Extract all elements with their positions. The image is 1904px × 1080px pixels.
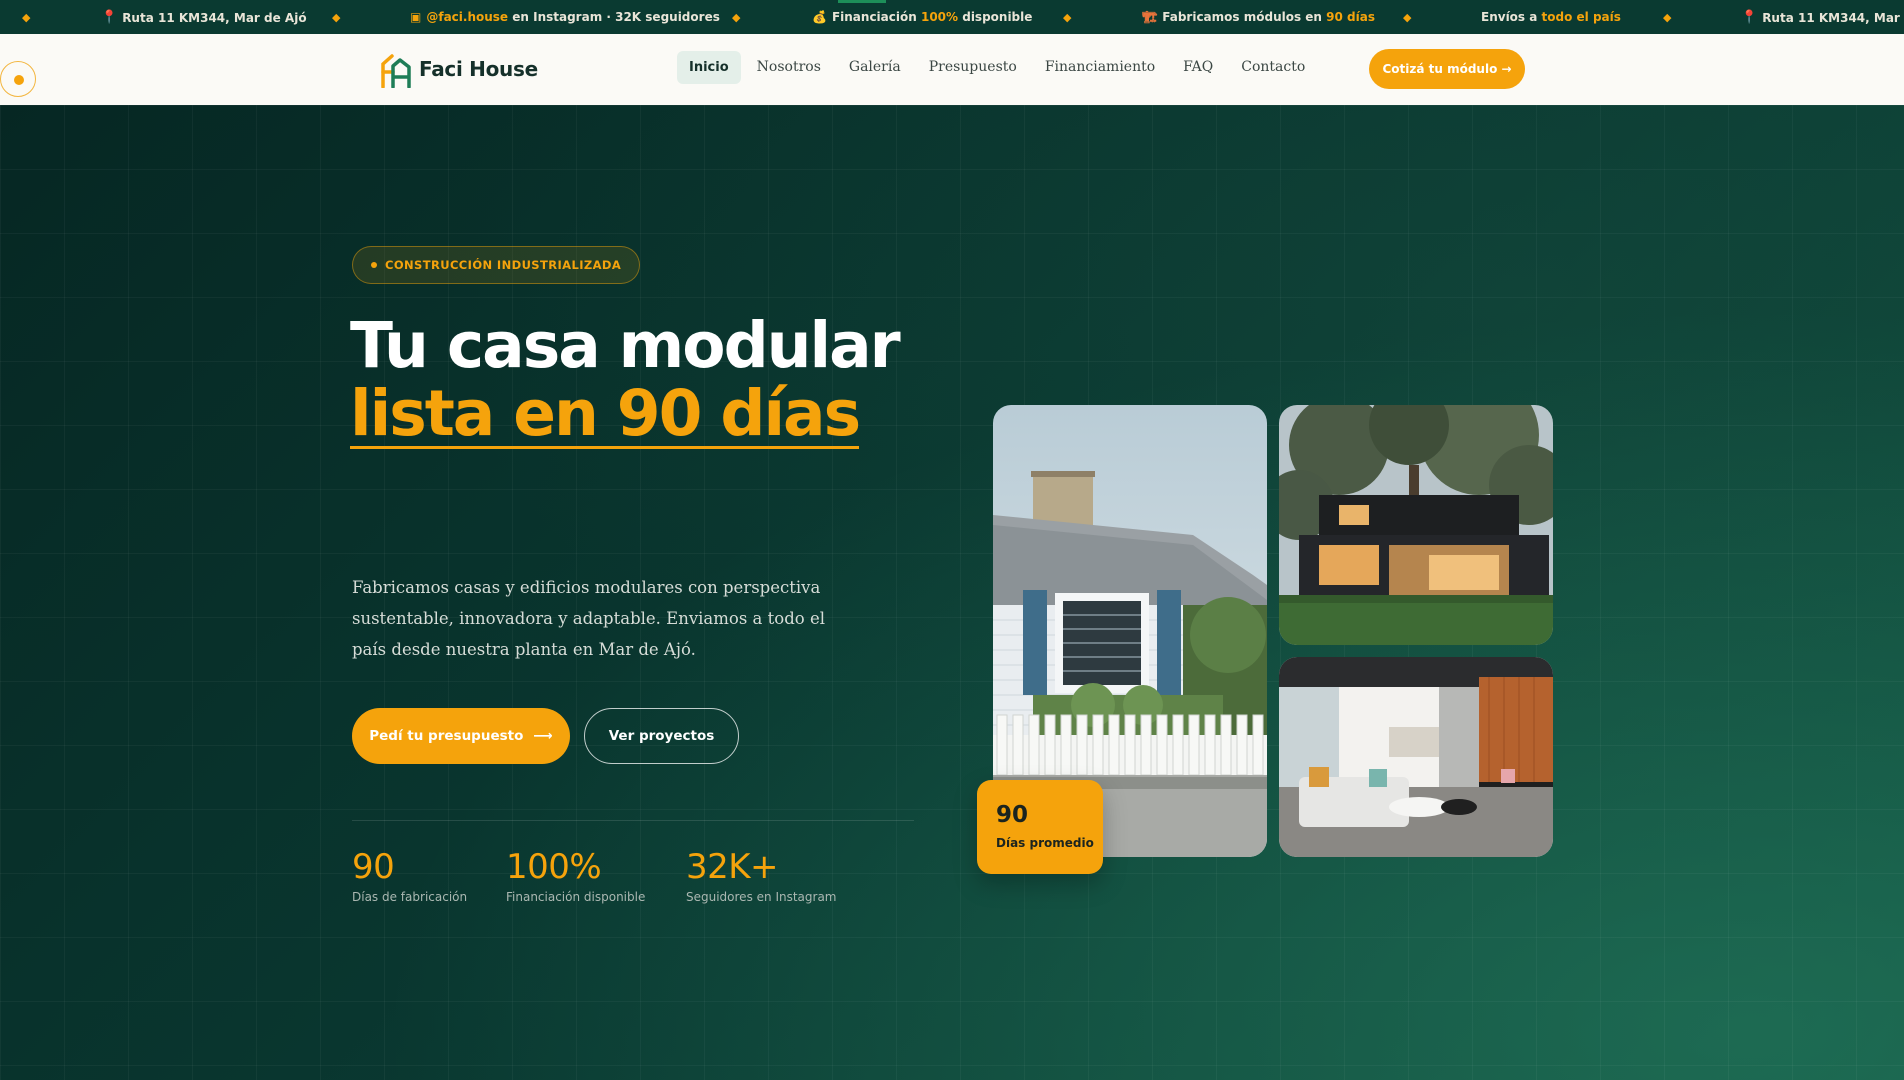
- ticker-text: Ruta 11 KM344, Mar de Ajó: [122, 10, 307, 25]
- ticker-highlight: @faci.house: [426, 10, 509, 24]
- stat-label: Días de fabricación: [352, 890, 468, 904]
- logo-icon: [381, 54, 411, 88]
- announcement-ticker: ◆ 📍 Ruta 11 KM344, Mar de Ajó ◆ ▣ @faci.…: [0, 0, 1904, 34]
- diamond-icon: ◆: [332, 11, 341, 24]
- ticker-highlight: 100%: [920, 10, 959, 24]
- background-grid: [0, 105, 1904, 1080]
- diamond-icon: ◆: [22, 11, 31, 24]
- diamond-icon: ◆: [1403, 11, 1412, 24]
- ticker-text: Ruta 11 KM344, Mar de Ajó: [1762, 10, 1904, 25]
- request-quote-label: Pedí tu presupuesto: [369, 728, 524, 744]
- stat-followers: 32K+ Seguidores en Instagram: [686, 848, 837, 904]
- ticker-item-instagram: ▣ @faci.house en Instagram · 32K seguido…: [410, 10, 720, 24]
- nav-inicio[interactable]: Inicio: [677, 50, 741, 84]
- pin-icon: 📍: [101, 10, 118, 25]
- ticker-item-location: 📍 Ruta 11 KM344, Mar de Ajó: [101, 10, 307, 25]
- days-average-value: 90: [996, 802, 1029, 828]
- diamond-icon: ◆: [1663, 11, 1672, 24]
- site-header: Faci House Inicio Nosotros Galería Presu…: [0, 34, 1904, 105]
- hero-title-line2: lista en 90 días: [350, 377, 861, 450]
- ticker-text: disponible: [958, 10, 1033, 24]
- brand-logo[interactable]: Faci House: [380, 50, 538, 88]
- house-photo-interior: [1279, 657, 1553, 857]
- nav-galeria[interactable]: Galería: [837, 50, 913, 84]
- hero-lead: Fabricamos casas y edificios modulares c…: [352, 578, 825, 659]
- hero-title-line1: Tu casa modular: [350, 309, 901, 382]
- crane-icon: 🏗: [1142, 10, 1158, 24]
- stat-label: Financiación disponible: [506, 890, 646, 904]
- stat-value: 100%: [506, 847, 602, 887]
- request-quote-button[interactable]: Pedí tu presupuesto ⟶: [352, 708, 570, 764]
- stat-label: Seguidores en Instagram: [686, 890, 837, 904]
- nav-contacto[interactable]: Contacto: [1229, 50, 1317, 84]
- stat-days: 90 Días de fabricación: [352, 848, 467, 904]
- ticker-text: Fabricamos módulos en: [1162, 10, 1327, 24]
- nav-nosotros[interactable]: Nosotros: [745, 50, 833, 84]
- stat-value: 90: [352, 847, 395, 887]
- ticker-item-fabrication: 🏗 Fabricamos módulos en 90 días: [1142, 10, 1375, 24]
- nav-financiamiento[interactable]: Financiamiento: [1033, 50, 1167, 84]
- hero-section: [0, 105, 1904, 1080]
- ticker-item-financing: 💰 Financiación 100% disponible: [812, 10, 1032, 24]
- view-projects-button[interactable]: Ver proyectos: [584, 708, 739, 764]
- arrow-right-icon: ⟶: [533, 728, 553, 744]
- nav-faq[interactable]: FAQ: [1171, 50, 1225, 84]
- main-nav: Inicio Nosotros Galería Presupuesto Fina…: [677, 50, 1317, 84]
- days-average-card: 90 Días promedio: [977, 780, 1103, 874]
- cursor-dot: [14, 75, 24, 85]
- cursor-ring: [0, 61, 36, 97]
- ticker-text: en Instagram · 32K seguidores: [508, 10, 720, 24]
- hero-badge: CONSTRUCCIÓN INDUSTRIALIZADA: [352, 246, 641, 284]
- ticker-progress-bar: [838, 0, 886, 3]
- nav-presupuesto[interactable]: Presupuesto: [917, 50, 1029, 84]
- diamond-icon: ◆: [1063, 11, 1072, 24]
- ticker-text: Financiación: [831, 10, 921, 24]
- ticker-item-location: 📍 Ruta 11 KM344, Mar de Ajó: [1741, 10, 1904, 25]
- instagram-icon: ▣: [410, 10, 422, 24]
- brand-name: Faci House: [419, 57, 538, 81]
- diamond-icon: ◆: [732, 11, 741, 24]
- house-photo-modern-dusk: [1279, 405, 1553, 645]
- ticker-text: Envíos a: [1481, 10, 1542, 24]
- money-bag-icon: 💰: [812, 10, 827, 24]
- badge-label: CONSTRUCCIÓN INDUSTRIALIZADA: [385, 258, 622, 272]
- badge-dot-icon: [371, 262, 377, 268]
- days-average-label: Días promedio: [996, 836, 1094, 850]
- ticker-item-shipping: Envíos a todo el país: [1481, 10, 1621, 24]
- stats-divider: [352, 820, 914, 821]
- pin-icon: 📍: [1741, 10, 1758, 25]
- quote-module-button[interactable]: Cotizá tu módulo →: [1369, 49, 1525, 89]
- hero-title: Tu casa modular lista en 90 días: [350, 309, 901, 450]
- stat-value: 32K+: [686, 847, 779, 887]
- ticker-highlight: 90 días: [1326, 10, 1375, 24]
- ticker-highlight: todo el país: [1541, 10, 1621, 24]
- stat-financing: 100% Financiación disponible: [506, 848, 645, 904]
